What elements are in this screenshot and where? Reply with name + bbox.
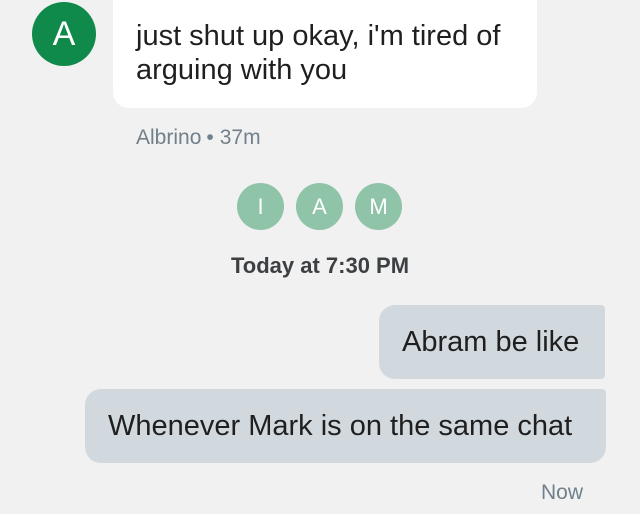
meta-separator: • <box>206 126 214 149</box>
read-receipt-initial: I <box>257 194 264 219</box>
sender-avatar-initial: A <box>52 15 76 53</box>
outgoing-message-bubble[interactable]: Abram be like <box>379 305 605 379</box>
message-time-ago: 37m <box>219 126 261 149</box>
read-receipt-initial: M <box>369 194 388 219</box>
outgoing-message-text: Whenever Mark is on the same chat <box>108 410 573 442</box>
outgoing-message-bubble[interactable]: Whenever Mark is on the same chat <box>85 389 606 463</box>
read-receipt-initial: A <box>312 194 327 219</box>
read-receipts: I A M <box>237 183 402 230</box>
sender-avatar[interactable]: A <box>32 2 96 66</box>
read-receipt-avatar[interactable]: A <box>296 183 343 230</box>
sender-name: Albrino <box>136 126 202 149</box>
incoming-message-meta: Albrino • 37m <box>136 124 261 152</box>
read-receipt-avatar[interactable]: M <box>355 183 402 230</box>
outgoing-message-status: Now <box>540 481 583 504</box>
incoming-message-bubble[interactable]: just shut up okay, i'm tired of arguing … <box>113 0 537 108</box>
conversation-timestamp: Today at 7:30 PM <box>230 253 410 278</box>
incoming-message-text: just shut up okay, i'm tired of arguing … <box>136 20 501 86</box>
read-receipt-avatar[interactable]: I <box>237 183 284 230</box>
outgoing-message-text: Abram be like <box>402 326 580 358</box>
